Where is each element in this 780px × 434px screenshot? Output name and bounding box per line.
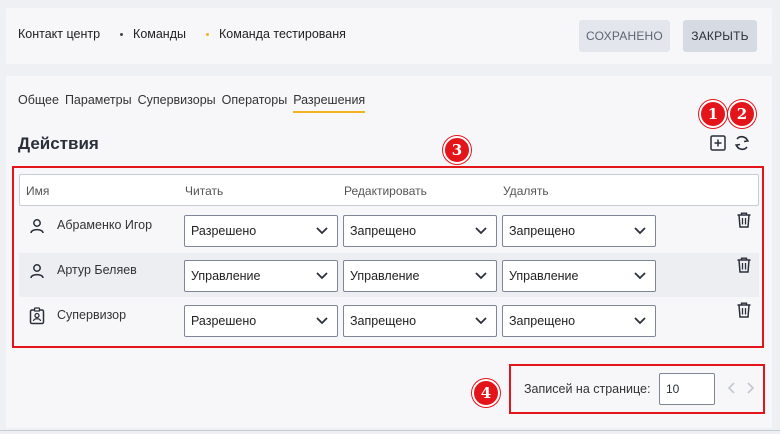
chevron-down-icon [475, 227, 487, 235]
select-value: Управление [191, 269, 261, 283]
refresh-icon [734, 135, 750, 151]
page-size-input[interactable]: 10 [659, 373, 715, 405]
chevron-left-icon[interactable] [727, 382, 737, 394]
table-row: Артур Беляев Управление Управление Управ… [19, 253, 759, 297]
column-header-name: Имя [26, 184, 50, 198]
row-name: Абраменко Игор [57, 218, 153, 232]
breadcrumb-item-current: Команда тестированя [219, 27, 346, 41]
add-button[interactable] [709, 134, 727, 152]
read-permission-select[interactable]: Управление [184, 260, 338, 292]
tab-operators[interactable]: Операторы [222, 93, 288, 112]
tab-permissions[interactable]: Разрешения [293, 93, 366, 113]
trash-icon[interactable] [735, 301, 753, 319]
select-value: Управление [350, 269, 420, 283]
saved-button[interactable]: СОХРАНЕНО [579, 20, 670, 52]
chevron-right-icon[interactable] [745, 382, 755, 394]
tab-supervisors[interactable]: Супервизоры [138, 93, 216, 112]
pagination: Записей на странице: 10 [509, 364, 765, 414]
callout-badge-2: 2 [728, 100, 756, 128]
column-header-delete: Удалять [503, 184, 549, 198]
tab-parameters[interactable]: Параметры [65, 93, 132, 112]
chevron-down-icon [634, 227, 646, 235]
chevron-down-icon [475, 317, 487, 325]
tab-bar: Общее Параметры Супервизоры Операторы Ра… [18, 93, 371, 113]
chevron-down-icon [475, 272, 487, 280]
read-permission-select[interactable]: Разрешено [184, 215, 338, 247]
top-bar: Контакт центр Команды Команда тестирован… [6, 8, 772, 64]
select-value: Запрещено [509, 314, 576, 328]
delete-permission-select[interactable]: Управление [502, 260, 656, 292]
table-row: Абраменко Игор Разрешено Запрещено Запре… [19, 208, 759, 252]
callout-badge-1: 1 [699, 100, 727, 128]
select-value: Разрешено [191, 314, 257, 328]
edit-permission-select[interactable]: Запрещено [343, 215, 497, 247]
column-header-edit: Редактировать [344, 184, 427, 198]
breadcrumb-item-teams[interactable]: Команды [133, 27, 186, 41]
breadcrumb-separator [120, 32, 124, 36]
table-row: Супервизор Разрешено Запрещено Запрещено [19, 298, 759, 342]
read-permission-select[interactable]: Разрешено [184, 305, 338, 337]
close-button[interactable]: ЗАКРЫТЬ [683, 20, 757, 52]
column-header-read: Читать [185, 184, 224, 198]
select-value: Управление [509, 269, 579, 283]
section-title: Действия [18, 134, 99, 153]
plus-square-icon [710, 135, 726, 151]
edit-permission-select[interactable]: Управление [343, 260, 497, 292]
select-value: Разрешено [191, 224, 257, 238]
chevron-down-icon [316, 227, 328, 235]
chevron-down-icon [634, 272, 646, 280]
user-icon [30, 219, 44, 234]
row-name: Супервизор [57, 308, 127, 322]
breadcrumb-item-contact-center[interactable]: Контакт центр [18, 27, 100, 41]
delete-permission-select[interactable]: Запрещено [502, 305, 656, 337]
refresh-button[interactable] [733, 134, 751, 152]
select-value: Запрещено [350, 314, 417, 328]
trash-icon[interactable] [735, 211, 753, 229]
select-value: Запрещено [350, 224, 417, 238]
table-header: Имя Читать Редактировать Удалять [19, 174, 759, 206]
chevron-down-icon [316, 317, 328, 325]
callout-badge-4: 4 [472, 379, 500, 407]
delete-permission-select[interactable]: Запрещено [502, 215, 656, 247]
permissions-table: Имя Читать Редактировать Удалять Абрамен… [12, 166, 764, 348]
trash-icon[interactable] [735, 256, 753, 274]
breadcrumb: Контакт центр Команды Команда тестирован… [18, 27, 346, 41]
page-size-label: Записей на странице: [524, 382, 651, 396]
user-icon [30, 264, 44, 279]
bottom-divider [0, 430, 780, 431]
select-value: Запрещено [509, 224, 576, 238]
chevron-down-icon [316, 272, 328, 280]
callout-badge-3: 3 [443, 136, 471, 164]
chevron-down-icon [634, 317, 646, 325]
badge-icon [29, 307, 45, 325]
edit-permission-select[interactable]: Запрещено [343, 305, 497, 337]
row-name: Артур Беляев [57, 263, 137, 277]
breadcrumb-separator-active [206, 32, 209, 36]
tab-general[interactable]: Общее [18, 93, 59, 112]
